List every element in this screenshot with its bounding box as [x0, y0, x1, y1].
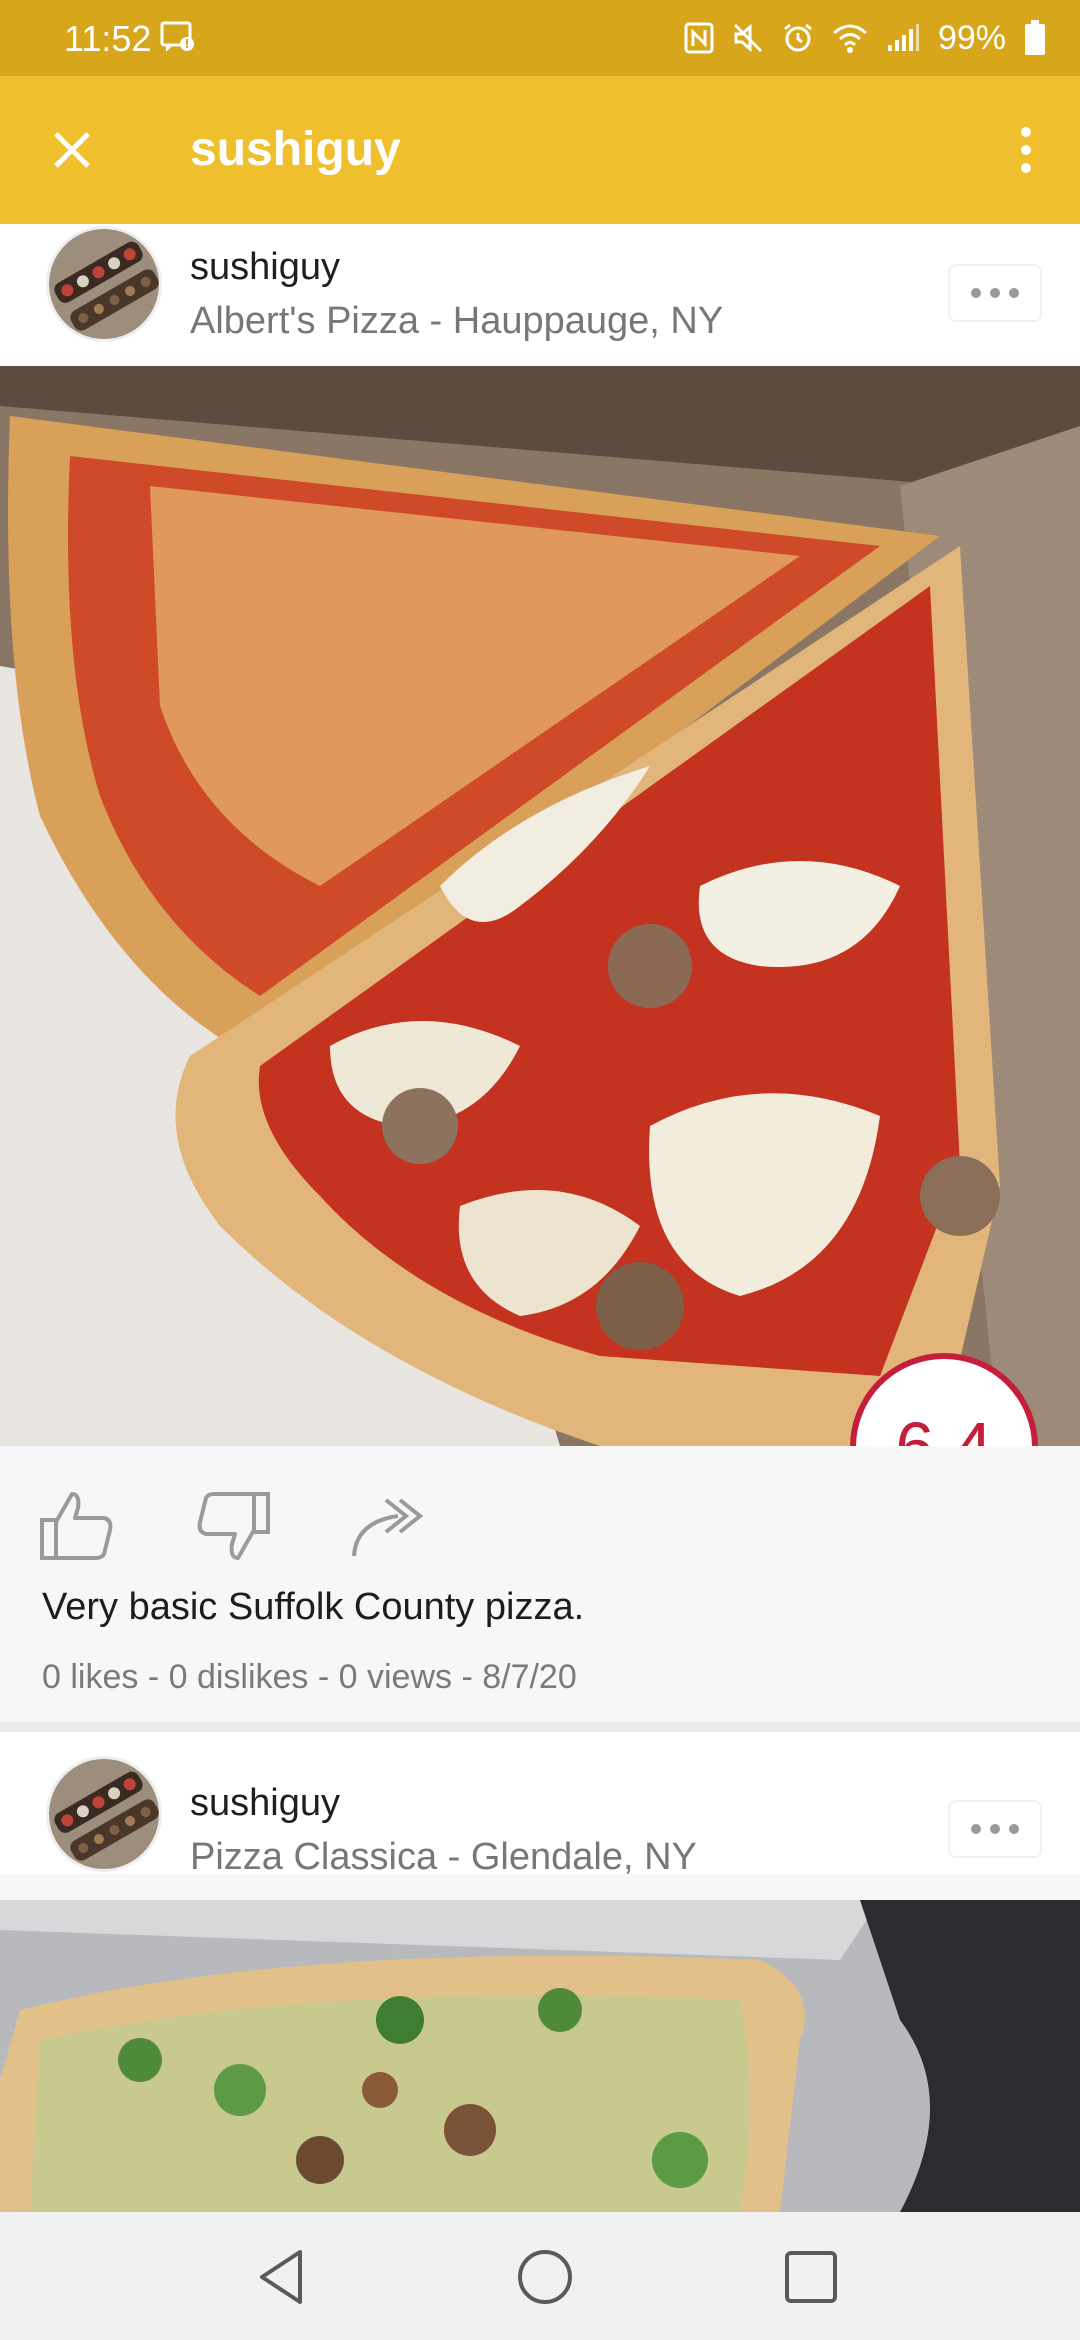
- post-divider: [0, 1722, 1080, 1732]
- post-location[interactable]: Pizza Classica - Glendale, NY: [190, 1836, 697, 1879]
- dot: [990, 1824, 1000, 1834]
- post-username[interactable]: sushiguy: [190, 1782, 340, 1825]
- post-photo[interactable]: [0, 366, 1080, 1446]
- post-header: sushiguy Albert's Pizza - Hauppauge, NY: [0, 224, 1080, 366]
- dot: [971, 288, 981, 298]
- share-icon[interactable]: [346, 1486, 426, 1566]
- wifi-icon: [832, 24, 867, 53]
- nfc-icon: [684, 22, 714, 54]
- notification-icon: [160, 21, 194, 52]
- app-bar: sushiguy: [0, 76, 1080, 224]
- battery-percent: 99%: [937, 18, 1006, 57]
- back-icon[interactable]: [248, 2242, 318, 2312]
- dot: [971, 1824, 981, 1834]
- signal-icon: [887, 24, 919, 51]
- system-nav-bar: [0, 2212, 1080, 2340]
- alarm-icon: [784, 23, 812, 52]
- thumbs-up-icon[interactable]: [38, 1486, 118, 1566]
- post-caption: Very basic Suffolk County pizza.: [42, 1586, 585, 1628]
- home-icon[interactable]: [510, 2242, 580, 2312]
- avatar[interactable]: [46, 1756, 162, 1872]
- post-username[interactable]: sushiguy: [190, 246, 340, 289]
- dot: [1009, 1824, 1019, 1834]
- close-icon[interactable]: [44, 122, 100, 178]
- avatar[interactable]: [46, 226, 162, 342]
- post-options-button[interactable]: [950, 266, 1040, 320]
- post-options-button[interactable]: [950, 1802, 1040, 1856]
- status-time: 11:52: [64, 18, 152, 59]
- dot: [990, 288, 1000, 298]
- thumbs-down-icon[interactable]: [192, 1486, 272, 1566]
- recents-icon[interactable]: [776, 2242, 846, 2312]
- status-bar: 11:52 99%: [0, 0, 1080, 76]
- post-stats: 0 likes - 0 dislikes - 0 views - 8/7/20: [42, 1658, 577, 1696]
- post-location[interactable]: Albert's Pizza - Hauppauge, NY: [190, 300, 723, 343]
- post-actions: Very basic Suffolk County pizza. 0 likes…: [0, 1446, 1080, 1722]
- overflow-menu-icon[interactable]: [1006, 120, 1046, 180]
- mute-icon: [733, 23, 762, 53]
- battery-icon: [1025, 20, 1045, 55]
- post-header: sushiguy Pizza Classica - Glendale, NY: [0, 1732, 1080, 1878]
- post-photo[interactable]: [0, 1900, 1080, 2212]
- page-title: sushiguy: [190, 123, 401, 176]
- dot: [1009, 288, 1019, 298]
